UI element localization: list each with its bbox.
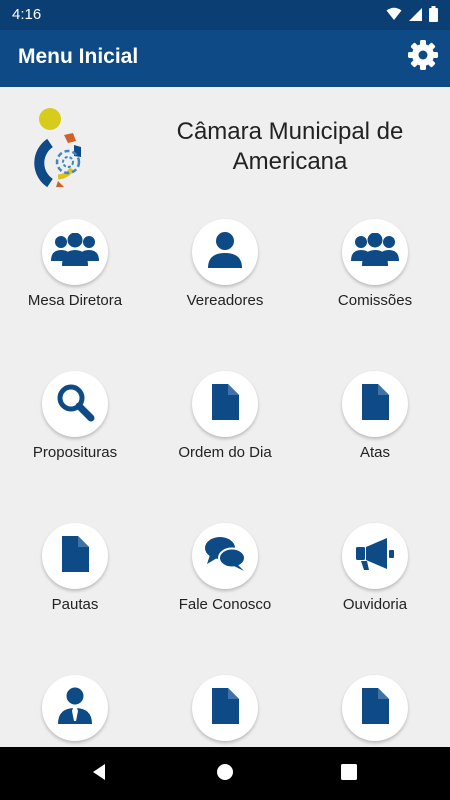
menu-item-11[interactable]: [150, 675, 300, 747]
home-icon: [216, 763, 234, 786]
menu-item-vereadores[interactable]: Vereadores: [150, 219, 300, 371]
back-icon: [90, 763, 108, 786]
back-button[interactable]: [88, 763, 110, 785]
app-title: Menu Inicial: [18, 45, 139, 68]
home-button[interactable]: [214, 763, 236, 785]
status-bar: 4:16: [0, 0, 450, 30]
menu-item-atas[interactable]: Atas: [300, 371, 450, 523]
document-icon: [60, 535, 90, 578]
app-bar: Menu Inicial: [0, 30, 450, 87]
menu-item-label: Pautas: [51, 596, 99, 613]
menu-item-12[interactable]: [300, 675, 450, 747]
person-icon: [207, 231, 243, 274]
menu-item-mesa-diretora[interactable]: Mesa Diretora: [0, 219, 150, 371]
menu-item-comissoes[interactable]: Comissões: [300, 219, 450, 371]
status-icons: [386, 6, 438, 27]
menu-item-pautas[interactable]: Pautas: [0, 523, 150, 675]
tile-icon-circle: [192, 675, 258, 741]
tile-icon-circle: [42, 219, 108, 285]
tile-icon-circle: [342, 523, 408, 589]
logo: [28, 107, 94, 189]
menu-item-fale-conosco[interactable]: Fale Conosco: [150, 523, 300, 675]
group-icon: [50, 232, 100, 272]
tile-icon-circle: [342, 219, 408, 285]
status-time: 4:16: [12, 6, 42, 23]
menu-item-label: Fale Conosco: [178, 596, 272, 613]
chat-icon: [204, 536, 246, 577]
recents-button[interactable]: [338, 763, 360, 785]
main-content[interactable]: Câmara Municipal de Americana Mesa Diret…: [0, 87, 450, 747]
tile-icon-circle: [42, 675, 108, 741]
menu-item-label: Comissões: [337, 292, 413, 309]
tile-icon-circle: [192, 523, 258, 589]
menu-item-ordem-do-dia[interactable]: Ordem do Dia: [150, 371, 300, 523]
wifi-icon: [386, 7, 402, 26]
tile-icon-circle: [42, 371, 108, 437]
gear-icon: [407, 39, 439, 76]
menu-item-label: Mesa Diretora: [27, 292, 123, 309]
document-icon: [210, 383, 240, 426]
signal-icon: [408, 7, 423, 27]
megaphone-icon: [354, 536, 396, 577]
tile-icon-circle: [42, 523, 108, 589]
person-tie-icon: [57, 687, 93, 730]
menu-item-label: Proposituras: [32, 444, 118, 461]
recents-icon: [340, 763, 358, 786]
tile-icon-circle: [342, 371, 408, 437]
battery-icon: [429, 6, 438, 27]
document-icon: [360, 383, 390, 426]
group-icon: [350, 232, 400, 272]
tile-icon-circle: [192, 219, 258, 285]
org-name: Câmara Municipal de Americana: [176, 118, 404, 175]
menu-item-label: Ouvidoria: [342, 596, 408, 613]
settings-button[interactable]: [406, 39, 440, 76]
menu-item-label: Vereadores: [186, 292, 264, 309]
menu-item-label: Atas: [359, 444, 390, 461]
tile-icon-circle: [192, 371, 258, 437]
document-icon: [210, 687, 240, 730]
navigation-bar: [0, 747, 450, 800]
menu-item-ouvidoria[interactable]: Ouvidoria: [300, 523, 450, 675]
document-icon: [360, 687, 390, 730]
menu-item-label: Ordem do Dia: [178, 444, 272, 461]
menu-item-10[interactable]: [0, 675, 150, 747]
search-icon: [55, 382, 95, 427]
tile-icon-circle: [342, 675, 408, 741]
header: Câmara Municipal de Americana: [0, 87, 450, 212]
menu-item-proposituras[interactable]: Proposituras: [0, 371, 150, 523]
